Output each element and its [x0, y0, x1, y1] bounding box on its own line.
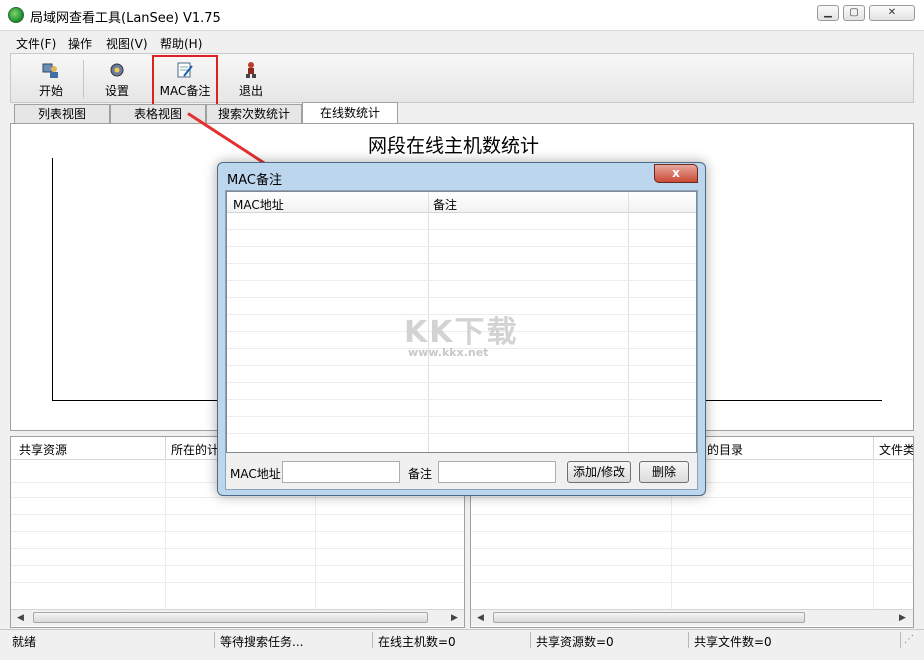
- minimize-icon: ▁: [824, 7, 832, 18]
- grid-line: [227, 280, 696, 281]
- grid-line: [227, 263, 696, 264]
- minimize-button[interactable]: ▁: [817, 5, 839, 21]
- scroll-thumb[interactable]: [493, 612, 805, 623]
- grid-line: [227, 382, 696, 383]
- scroll-left-icon[interactable]: ◀: [17, 613, 24, 623]
- chart-title: 网段在线主机数统计: [368, 135, 540, 157]
- menu-file[interactable]: 文件(F): [16, 35, 56, 52]
- column-mac-address[interactable]: MAC地址: [233, 196, 284, 213]
- exit-person-icon: [241, 60, 261, 80]
- grid-line: [11, 514, 464, 515]
- maximize-icon: ▢: [849, 7, 859, 18]
- horizontal-scrollbar[interactable]: ◀ ▶: [11, 609, 464, 626]
- grid-line: [227, 416, 696, 417]
- grid-line: [471, 565, 913, 566]
- status-separator: [530, 632, 531, 648]
- column-shared-resource[interactable]: 共享资源: [19, 441, 67, 458]
- grid-line: [471, 582, 913, 583]
- status-bar: 就绪 等待搜索任务... 在线主机数=0 共享资源数=0 共享文件数=0 ⋰: [0, 629, 924, 660]
- column-separator: [165, 437, 166, 459]
- status-shared-files: 共享文件数=0: [694, 635, 772, 649]
- watermark-url: www.kkx.net: [408, 346, 489, 359]
- grid-line: [227, 246, 696, 247]
- scroll-left-icon[interactable]: ◀: [477, 613, 484, 623]
- status-waiting: 等待搜索任务...: [220, 635, 304, 649]
- grid-line: [11, 531, 464, 532]
- column-directory[interactable]: 的目录: [707, 441, 743, 458]
- gear-icon: [107, 60, 127, 80]
- highlight-box: [152, 55, 218, 111]
- menu-help[interactable]: 帮助(H): [160, 35, 202, 52]
- status-separator: [688, 632, 689, 648]
- settings-label: 设置: [104, 84, 129, 98]
- tab-search-stats[interactable]: 搜索次数统计: [206, 104, 302, 123]
- grid-line: [227, 433, 696, 434]
- status-separator: [900, 632, 901, 648]
- grid-line: [471, 514, 913, 515]
- title-bar: 局域网查看工具(LanSee) V1.75 ▁ ▢ ✕: [0, 0, 924, 31]
- grid-line: [11, 497, 464, 498]
- grid-line: [471, 548, 913, 549]
- grid-line: [227, 399, 696, 400]
- resize-grip-icon[interactable]: ⋰: [904, 634, 914, 645]
- scroll-right-icon[interactable]: ▶: [899, 613, 906, 623]
- watermark-logo: KK下载: [404, 315, 519, 350]
- maximize-button[interactable]: ▢: [843, 5, 865, 21]
- menu-view[interactable]: 视图(V): [106, 35, 148, 52]
- column-separator: [873, 437, 874, 459]
- app-globe-icon: [8, 7, 24, 23]
- close-icon: x: [672, 166, 680, 180]
- window-title: 局域网查看工具(LanSee) V1.75: [30, 11, 221, 26]
- note-input[interactable]: [438, 461, 556, 483]
- status-shared-resources: 共享资源数=0: [536, 635, 614, 649]
- grid-line: [227, 297, 696, 298]
- settings-button[interactable]: 设置: [99, 60, 135, 100]
- tab-list-view[interactable]: 列表视图: [14, 104, 110, 123]
- dialog-close-button[interactable]: x: [654, 164, 698, 183]
- column-computer[interactable]: 所在的计: [171, 441, 219, 458]
- grid-line: [227, 229, 696, 230]
- computer-user-icon: [41, 60, 61, 80]
- grid-line: [11, 548, 464, 549]
- exit-label: 退出: [238, 84, 263, 98]
- start-label: 开始: [38, 84, 63, 98]
- chart-y-axis: [52, 158, 53, 400]
- note-label: 备注: [408, 467, 433, 481]
- dialog-title: MAC备注: [227, 173, 282, 188]
- status-ready: 就绪: [12, 635, 37, 649]
- status-separator: [214, 632, 215, 648]
- dialog-list-header: MAC地址 备注: [227, 192, 696, 213]
- status-online-hosts: 在线主机数=0: [378, 635, 456, 649]
- mac-address-label: MAC地址: [230, 467, 281, 481]
- horizontal-scrollbar[interactable]: ◀ ▶: [471, 609, 913, 626]
- mac-address-input[interactable]: [282, 461, 400, 483]
- grid-line: [471, 531, 913, 532]
- toolbar: 开始 设置 MAC备注 退出: [10, 53, 914, 103]
- add-modify-button[interactable]: 添加/修改: [567, 461, 631, 483]
- grid-line: [11, 565, 464, 566]
- exit-button[interactable]: 退出: [233, 60, 269, 100]
- tab-online-stats[interactable]: 在线数统计: [302, 102, 398, 124]
- column-file-type[interactable]: 文件类: [879, 441, 913, 458]
- status-separator: [372, 632, 373, 648]
- delete-button[interactable]: 删除: [639, 461, 689, 483]
- close-icon: ✕: [887, 7, 897, 18]
- scroll-right-icon[interactable]: ▶: [451, 613, 458, 623]
- start-button[interactable]: 开始: [33, 60, 69, 100]
- grid-line: [628, 192, 629, 452]
- menu-operate[interactable]: 操作: [68, 35, 92, 52]
- close-button[interactable]: ✕: [869, 5, 915, 21]
- grid-line: [471, 497, 913, 498]
- menu-bar: 文件(F) 操作 视图(V) 帮助(H): [0, 31, 924, 53]
- grid-line: [11, 582, 464, 583]
- column-note[interactable]: 备注: [433, 196, 457, 213]
- toolbar-separator: [83, 60, 84, 98]
- grid-line: [227, 365, 696, 366]
- scroll-thumb[interactable]: [33, 612, 428, 623]
